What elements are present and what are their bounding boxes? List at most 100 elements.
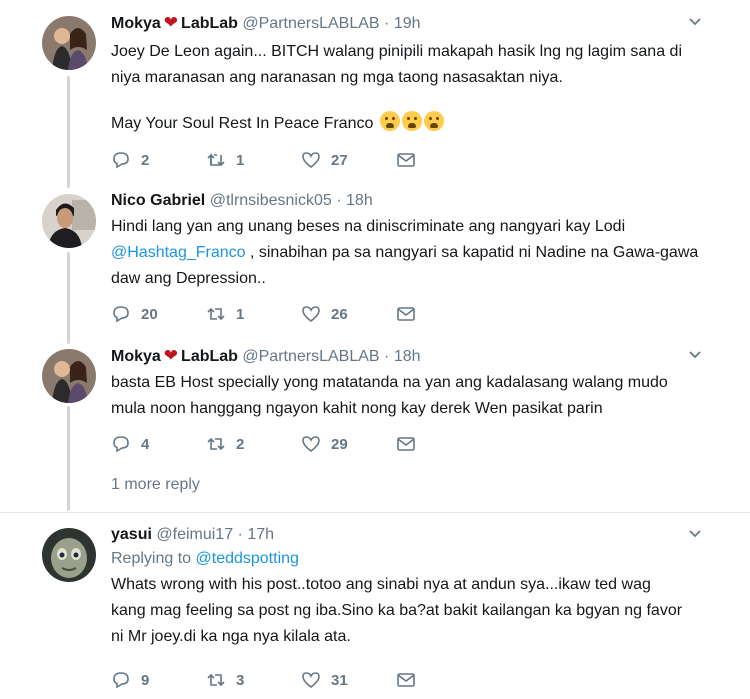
timestamp[interactable]: 18h	[346, 192, 373, 209]
handle[interactable]: @tlrnsibesnick05	[210, 192, 332, 209]
like-icon	[302, 152, 320, 169]
retweet-icon	[207, 153, 225, 166]
dm-button[interactable]	[396, 670, 491, 690]
retweet-button[interactable]: 1	[206, 304, 301, 324]
crying-emoji	[401, 111, 422, 131]
retweet-icon	[207, 307, 225, 321]
tweet-text: basta EB Host specially yong matatanda n…	[111, 370, 720, 422]
reply-button[interactable]: 4	[111, 434, 206, 454]
more-replies-link[interactable]: 1 more reply	[111, 476, 200, 494]
like-icon	[302, 306, 320, 323]
timestamp[interactable]: 17h	[247, 526, 274, 543]
dm-button[interactable]	[396, 150, 491, 170]
chevron-down-icon[interactable]	[688, 347, 702, 361]
divider	[0, 512, 750, 513]
tweet-text: Hindi lang yan ang unang beses na dinisc…	[111, 214, 720, 292]
tweet-text: Joey De Leon again... BITCH walang pinip…	[111, 39, 720, 137]
retweet-button[interactable]: 1	[206, 150, 301, 170]
display-name-suffix[interactable]: LabLab	[181, 348, 238, 365]
replying-to-label: Replying to	[111, 550, 192, 567]
retweet-count: 2	[236, 435, 245, 453]
reply-button[interactable]: 20	[111, 304, 206, 324]
tweet-actions: 4 2 29	[111, 434, 491, 454]
tweet-actions: 9 3 31	[111, 670, 491, 690]
chevron-down-icon[interactable]	[688, 14, 702, 28]
tweet-actions: 2 1 27	[111, 150, 491, 170]
crying-emoji	[423, 111, 444, 131]
tweet-text-line: ni Mr joey.di ka nga nya kilala ata.	[111, 628, 351, 645]
timestamp[interactable]: 18h	[394, 348, 421, 365]
retweet-icon	[207, 673, 225, 687]
tweet-text-line: kang mag feeling sa post ng iba.Sino ka …	[111, 602, 683, 619]
handle[interactable]: @PartnersLABLAB	[242, 348, 379, 365]
tweet-actions: 20 1 26	[111, 304, 491, 324]
separator: ·	[237, 526, 243, 543]
like-icon	[302, 436, 320, 453]
retweet-count: 1	[236, 305, 245, 323]
display-name[interactable]: Mokya	[111, 348, 161, 365]
handle[interactable]: @feimui17	[156, 526, 233, 543]
tweet-text-line: niya maranasan ang naranasan ng mga taon…	[111, 69, 563, 86]
tweet-text-line: daw ang Depression..	[111, 270, 266, 287]
tweet-text-line: mula noon hanggang ngayon kahit nong kay…	[111, 400, 603, 417]
display-name[interactable]: Mokya	[111, 15, 161, 32]
dm-button[interactable]	[396, 434, 491, 454]
tweet-text-line: Joey De Leon again... BITCH walang pinip…	[111, 43, 682, 60]
tweet-text-line: Hindi lang yan ang unang beses na dinisc…	[111, 218, 626, 235]
reply-icon	[113, 436, 129, 453]
tweet-text-line: , sinabihan pa sa nangyari sa kapatid ni…	[245, 244, 699, 261]
separator: ·	[384, 15, 390, 32]
like-count: 26	[331, 305, 348, 323]
separator: ·	[384, 348, 390, 365]
tweet-text-line: Whats wrong with his post..totoo ang sin…	[111, 576, 651, 593]
reply-count: 4	[141, 435, 150, 453]
like-count: 27	[331, 151, 348, 169]
reply-button[interactable]: 2	[111, 150, 206, 170]
reply-count: 2	[141, 151, 150, 169]
reply-icon	[113, 306, 129, 323]
dm-icon	[397, 307, 415, 321]
reply-icon	[113, 152, 129, 169]
dm-icon	[397, 673, 415, 687]
reply-icon	[113, 672, 129, 689]
retweet-count: 1	[236, 151, 245, 169]
crying-emoji	[379, 111, 400, 131]
heart-emoji: ❤	[163, 346, 179, 365]
like-button[interactable]: 31	[301, 670, 396, 690]
reply-count: 20	[141, 305, 158, 323]
like-button[interactable]: 27	[301, 150, 396, 170]
mention-link[interactable]: @teddspotting	[196, 550, 299, 567]
thread-line	[67, 252, 70, 344]
like-button[interactable]: 26	[301, 304, 396, 324]
avatar[interactable]	[42, 194, 96, 248]
tweet-text-line: basta EB Host specially yong matatanda n…	[111, 374, 668, 391]
timestamp[interactable]: 19h	[394, 15, 421, 32]
dm-button[interactable]	[396, 304, 491, 324]
like-button[interactable]: 29	[301, 434, 396, 454]
retweet-count: 3	[236, 671, 245, 689]
avatar[interactable]	[42, 16, 96, 70]
separator: ·	[336, 192, 342, 209]
retweet-button[interactable]: 3	[206, 670, 301, 690]
reply-count: 9	[141, 671, 150, 689]
tweet-text: Whats wrong with his post..totoo ang sin…	[111, 572, 720, 650]
dm-icon	[397, 437, 415, 451]
retweet-icon	[207, 437, 225, 451]
thread-line	[67, 406, 70, 511]
thread-line	[67, 76, 70, 188]
avatar[interactable]	[42, 349, 96, 403]
like-count: 29	[331, 435, 348, 453]
like-count: 31	[331, 671, 348, 689]
replying-to: Replying to @teddspotting	[111, 548, 720, 570]
mention-link[interactable]: @Hashtag_Franco	[111, 244, 246, 261]
display-name-suffix[interactable]: LabLab	[181, 15, 238, 32]
avatar[interactable]	[42, 528, 96, 582]
retweet-button[interactable]: 2	[206, 434, 301, 454]
chevron-down-icon[interactable]	[688, 526, 702, 540]
reply-button[interactable]: 9	[111, 670, 206, 690]
handle[interactable]: @PartnersLABLAB	[242, 15, 379, 32]
tweet-text-line: May Your Soul Rest In Peace Franco	[111, 115, 374, 132]
display-name[interactable]: yasui	[111, 526, 152, 543]
like-icon	[302, 672, 320, 689]
display-name[interactable]: Nico Gabriel	[111, 192, 205, 209]
